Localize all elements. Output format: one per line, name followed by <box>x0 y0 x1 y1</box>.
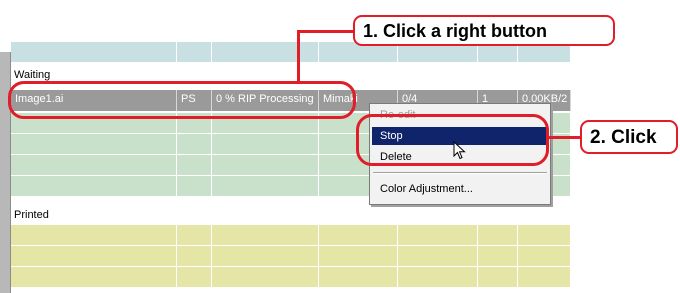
menu-separator <box>373 172 547 174</box>
menu-item-color-adjustment[interactable]: Color Adjustment... <box>372 180 548 198</box>
callout-leader-line <box>549 136 581 139</box>
callout-leader-line <box>297 30 300 82</box>
callout-step-2: 2. Click <box>580 120 678 154</box>
waiting-section-label: Waiting <box>14 69 51 81</box>
table-row[interactable] <box>11 267 571 288</box>
callout-step-1: 1. Click a right button <box>353 15 615 46</box>
job-list-screenshot: Waiting Image1.ai PS 0 % RIP Processing … <box>0 0 680 293</box>
annotation-oval-stop-delete <box>356 114 549 166</box>
table-row[interactable] <box>11 246 571 267</box>
annotation-oval-job-row <box>8 81 356 119</box>
printed-section-label: Printed <box>14 209 49 221</box>
callout-leader-line <box>297 30 354 33</box>
table-row[interactable] <box>11 225 571 246</box>
